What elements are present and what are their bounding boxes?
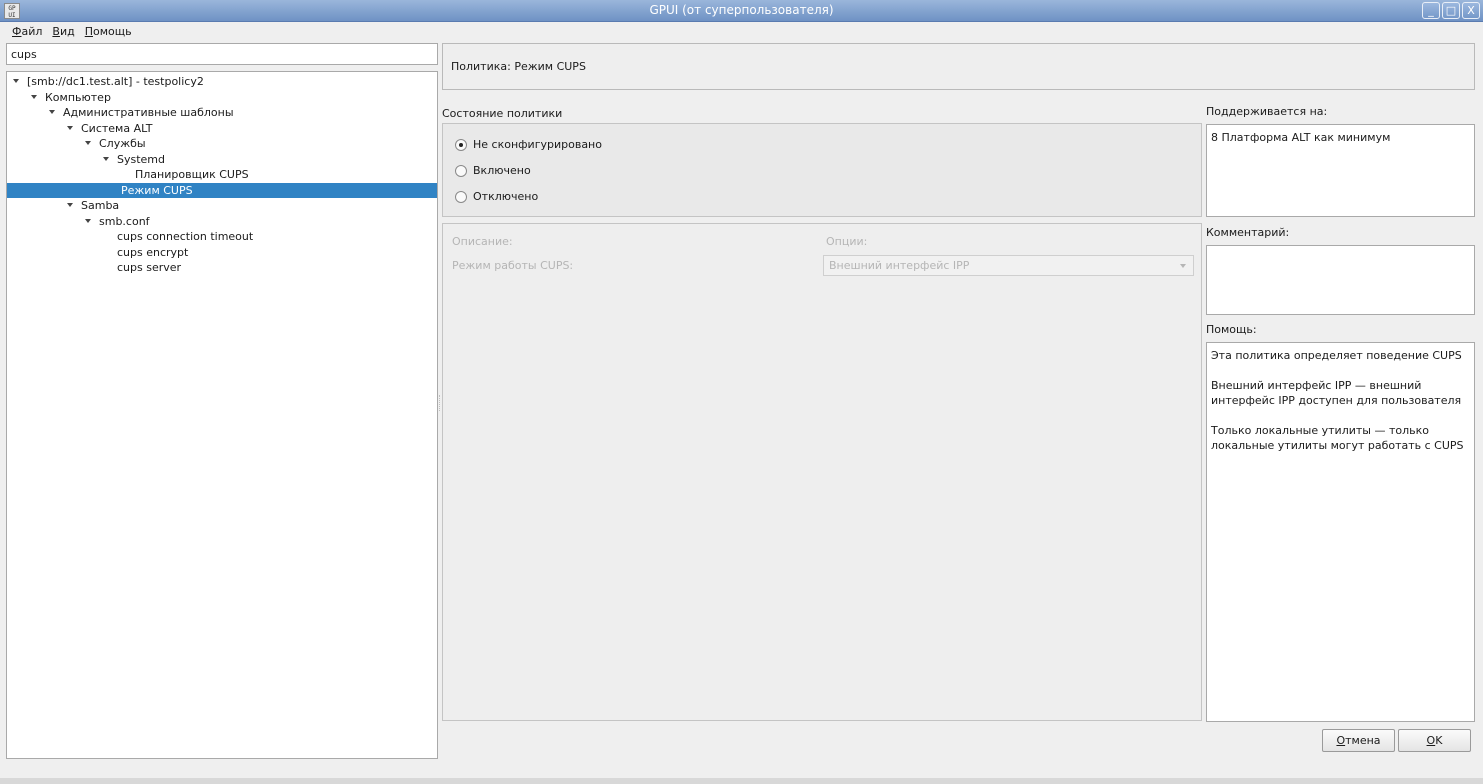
splitter-handle[interactable] <box>439 395 441 411</box>
expand-arrow-icon[interactable] <box>31 94 37 99</box>
policy-state-label: Состояние политики <box>442 107 563 120</box>
cancel-mnemonic: О <box>1336 734 1346 747</box>
tree-item[interactable]: cups connection timeout <box>7 229 437 245</box>
tree-item[interactable]: Планировщик CUPS <box>7 167 437 183</box>
supported-label: Поддерживается на: <box>1206 105 1328 118</box>
expand-arrow-icon[interactable] <box>67 125 73 130</box>
ok-mnemonic: O <box>1426 734 1436 747</box>
tree-item-label: Systemd <box>117 152 166 166</box>
tree-item-label: Система ALT <box>81 121 153 135</box>
title-bar: GP UI GPUI (от суперпользователя) _ □ X <box>0 0 1483 22</box>
policy-tree[interactable]: [smb://dc1.test.alt] - testpolicy2 Компью… <box>6 71 438 759</box>
tree-item-label: cups server <box>117 261 182 274</box>
supported-value: 8 Платформа ALT как минимум <box>1211 131 1391 144</box>
tree-item[interactable]: Административные шаблоны <box>7 105 437 121</box>
bottom-border <box>0 778 1483 784</box>
chevron-down-icon <box>1180 264 1186 268</box>
menu-help-mnemonic: П <box>84 25 93 38</box>
tree-item[interactable]: Samba <box>7 198 437 214</box>
expand-arrow-icon[interactable] <box>67 203 73 207</box>
radio-disabled-label: Отключено <box>473 190 539 203</box>
menu-bar: Файл Вид Помощь <box>0 22 1483 41</box>
radio-disabled-indicator[interactable] <box>455 190 467 203</box>
expand-arrow-icon[interactable] <box>85 218 91 223</box>
close-icon[interactable]: X <box>1462 2 1480 19</box>
window-controls: _ □ X <box>1422 2 1480 19</box>
tree-item[interactable]: cups server <box>7 260 437 276</box>
menu-view-mnemonic: В <box>52 25 60 38</box>
radio-disabled[interactable]: Отключено <box>455 190 538 203</box>
help-paragraph: Внешний интерфейс IPP — внешний интерфей… <box>1211 379 1462 407</box>
cups-mode-combo-value: Внешний интерфейс IPP <box>829 259 970 272</box>
expand-arrow-icon[interactable] <box>85 141 91 145</box>
radio-not-configured-indicator[interactable] <box>455 138 467 151</box>
expand-arrow-icon[interactable] <box>103 156 109 161</box>
comment-field[interactable] <box>1206 245 1475 315</box>
supported-field[interactable]: 8 Платформа ALT как минимум <box>1206 124 1475 217</box>
cups-mode-combo[interactable]: Внешний интерфейс IPP <box>823 255 1194 276</box>
tree-item-label: Административные шаблоны <box>63 106 234 119</box>
help-label: Помощь: <box>1206 323 1257 336</box>
ok-button[interactable]: OK <box>1398 729 1471 752</box>
tree-item-label: Режим CUPS <box>121 183 193 197</box>
menu-view-label: ид <box>59 25 75 38</box>
comment-label: Комментарий: <box>1206 226 1290 239</box>
menu-file[interactable]: Файл <box>8 25 46 38</box>
cancel-label: тмена <box>1345 734 1381 747</box>
tree-item[interactable]: smb.conf <box>7 214 437 230</box>
tree-item[interactable]: Службы <box>7 136 437 152</box>
policy-state-group: Не сконфигурировано Включено Отключено <box>442 123 1202 217</box>
tree-item[interactable]: cups encrypt <box>7 245 437 261</box>
expand-arrow-icon[interactable] <box>13 79 19 83</box>
menu-help[interactable]: Помощь <box>81 25 136 38</box>
menu-help-label: омощь <box>93 25 132 38</box>
tree-item[interactable]: Режим CUPS <box>7 182 437 198</box>
policy-header: Политика: Режим CUPS <box>442 43 1475 90</box>
options-panel: Описание: Опции: Режим работы CUPS: Внеш… <box>442 223 1202 721</box>
tree-item[interactable]: Systemd <box>7 152 437 168</box>
tree-item-label: cups encrypt <box>117 245 189 259</box>
policy-title: Политика: Режим CUPS <box>451 60 586 73</box>
description-label: Описание: <box>452 235 513 248</box>
radio-enabled-indicator[interactable] <box>455 164 467 177</box>
expand-arrow-icon[interactable] <box>49 110 55 114</box>
tree-item-label: smb.conf <box>99 214 150 228</box>
tree-item[interactable]: Система ALT <box>7 121 437 137</box>
tree-item[interactable]: [smb://dc1.test.alt] - testpolicy2 <box>7 74 437 90</box>
cups-mode-label: Режим работы CUPS: <box>452 259 574 272</box>
help-field[interactable]: Эта политика определяет поведение CUPS В… <box>1206 342 1475 722</box>
tree-item-label: cups connection timeout <box>117 230 254 243</box>
maximize-icon[interactable]: □ <box>1442 2 1460 19</box>
radio-not-configured-label: Не сконфигурировано <box>473 138 602 151</box>
tree-item-label: Службы <box>99 137 146 150</box>
minimize-icon[interactable]: _ <box>1422 2 1440 19</box>
radio-enabled[interactable]: Включено <box>455 164 531 177</box>
tree-item-label: Компьютер <box>45 90 111 104</box>
tree-item-label: [smb://dc1.test.alt] - testpolicy2 <box>27 75 204 88</box>
window-title: GPUI (от суперпользователя) <box>649 3 834 17</box>
ok-label: K <box>1435 734 1443 747</box>
tree-item-label: Samba <box>81 199 120 212</box>
cancel-button[interactable]: Отмена <box>1322 729 1395 752</box>
menu-file-label: айл <box>21 25 43 38</box>
radio-not-configured[interactable]: Не сконфигурировано <box>455 138 602 151</box>
help-paragraph: Только локальные утилиты — только локаль… <box>1211 424 1464 452</box>
menu-view[interactable]: Вид <box>48 25 78 38</box>
tree-item[interactable]: Компьютер <box>7 90 437 106</box>
options-label: Опции: <box>826 235 868 248</box>
help-paragraph: Эта политика определяет поведение CUPS <box>1211 349 1462 362</box>
search-input[interactable] <box>6 43 438 65</box>
tree-item-label: Планировщик CUPS <box>135 168 249 181</box>
radio-enabled-label: Включено <box>473 164 531 177</box>
